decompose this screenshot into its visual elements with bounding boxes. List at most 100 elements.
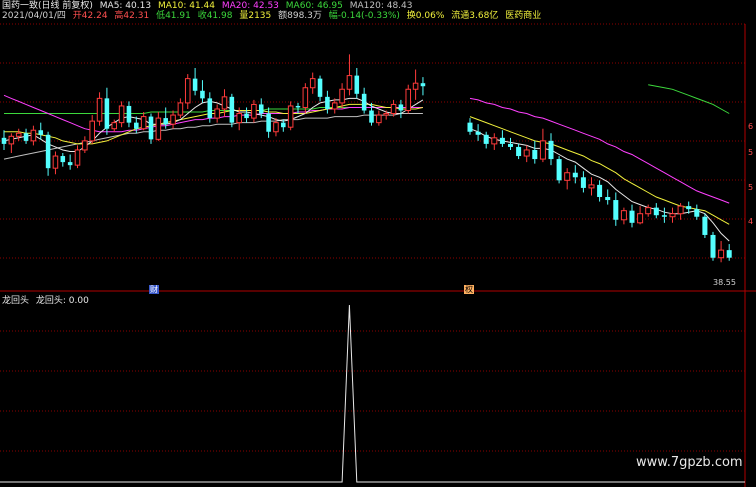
left-candle-2 xyxy=(15,128,22,141)
left-candle-11 xyxy=(82,136,88,153)
right-candle-30 xyxy=(710,231,716,261)
candle-body xyxy=(539,140,546,160)
finance-marker[interactable]: 财 xyxy=(149,285,159,294)
candle-body xyxy=(412,82,419,90)
candle-body xyxy=(38,130,44,135)
left-candle-42 xyxy=(309,72,316,94)
right-candle-24 xyxy=(661,207,667,223)
turnover-label: 换0.06% xyxy=(406,11,445,21)
right-candle-25 xyxy=(669,207,676,223)
moving-average-lines xyxy=(3,84,730,242)
left-candle-19 xyxy=(140,112,147,131)
axis-tick-3: 5 xyxy=(748,183,754,192)
candle-body xyxy=(148,116,154,140)
candle-body xyxy=(564,172,571,181)
candle-body xyxy=(60,156,66,163)
candle-body xyxy=(346,75,353,90)
right-candle-10 xyxy=(548,133,554,166)
right-candle-12 xyxy=(564,168,571,190)
candle-body xyxy=(104,98,110,129)
candle-body xyxy=(548,140,554,160)
indicator-line xyxy=(0,304,745,483)
candle-body xyxy=(30,129,37,142)
candle-body xyxy=(677,205,684,215)
left-candle-0 xyxy=(1,130,7,150)
candle-body xyxy=(580,177,586,188)
candle-body xyxy=(155,117,162,140)
candle-body xyxy=(710,234,716,258)
candle-body xyxy=(398,104,404,111)
candle-body xyxy=(605,197,611,201)
left-ma120-line xyxy=(3,113,423,160)
close-label: 收41.98 xyxy=(197,11,233,21)
left-candle-53 xyxy=(390,99,397,117)
indicator-panel xyxy=(0,304,745,483)
left-candle-12 xyxy=(89,115,95,144)
watermark: www.7gpzb.com xyxy=(636,455,743,470)
right-candle-16 xyxy=(597,180,603,202)
candle-body xyxy=(339,88,345,104)
candle-body xyxy=(200,90,205,99)
low-label: 低41.91 xyxy=(156,11,191,21)
right-candle-29 xyxy=(702,213,708,238)
rights-marker[interactable]: 权 xyxy=(464,285,474,294)
left-candle-5 xyxy=(38,122,44,140)
candle-body xyxy=(192,78,198,91)
candle-body xyxy=(420,83,426,87)
candle-body xyxy=(134,122,139,129)
left-candle-3 xyxy=(23,128,29,144)
right-candle-7 xyxy=(523,145,530,163)
candle-body xyxy=(331,102,338,110)
ma-header-row: 国药一致(日线 前复权) MA5: 40.13 MA10: 41.44 MA20… xyxy=(2,1,416,11)
left-candle-25 xyxy=(184,74,191,109)
right-candle-32 xyxy=(726,244,732,261)
candle-body xyxy=(726,250,732,258)
candle-body xyxy=(89,120,95,142)
left-ma60-line xyxy=(4,107,423,114)
candle-body xyxy=(361,93,367,111)
amount-label: 额898.3万 xyxy=(278,11,322,21)
left-candle-10 xyxy=(74,145,81,169)
candle-body xyxy=(23,133,29,141)
open-label: 开42.24 xyxy=(72,11,108,21)
left-candle-7 xyxy=(52,151,59,175)
candle-body xyxy=(67,162,73,166)
candle-body xyxy=(669,213,676,218)
axis-tick-2: 5 xyxy=(748,148,754,157)
indicator-label-row: 龙回头 龙回头: 0.00 xyxy=(2,293,93,306)
left-candle-33 xyxy=(244,107,249,123)
candle-body xyxy=(118,105,125,124)
candle-body xyxy=(653,207,659,216)
left-candle-17 xyxy=(126,101,132,128)
volume-label: 量2135 xyxy=(239,11,272,21)
ma60-label: MA60: 46.95 xyxy=(285,1,343,11)
left-candle-29 xyxy=(214,104,220,123)
left-candle-16 xyxy=(118,101,125,128)
candle-body xyxy=(74,149,81,166)
candle-body xyxy=(491,137,498,145)
candle-body xyxy=(483,134,489,144)
candle-body xyxy=(475,131,481,135)
candle-body xyxy=(266,113,271,132)
left-candle-26 xyxy=(192,68,198,96)
candle-body xyxy=(214,108,220,119)
candle-body xyxy=(376,114,382,124)
right-candle-20 xyxy=(629,204,635,228)
candle-body xyxy=(702,216,708,235)
high-label: 高42.31 xyxy=(114,11,150,21)
mktcap-label: 流通3.68亿 xyxy=(451,11,499,21)
candlesticks xyxy=(1,54,732,263)
left-candle-24 xyxy=(177,98,184,119)
left-candle-51 xyxy=(376,110,382,126)
ma120-label: MA120: 48.43 xyxy=(349,1,413,11)
right-candle-2 xyxy=(483,131,489,149)
candle-body xyxy=(177,102,184,116)
left-candle-20 xyxy=(148,113,154,144)
right-candle-1 xyxy=(475,124,481,141)
change-label: 幅-0.14(-0.33%) xyxy=(328,11,400,21)
right-candle-5 xyxy=(507,137,514,150)
candle-body xyxy=(383,113,389,116)
candle-body xyxy=(244,113,249,119)
grid-lines xyxy=(0,23,756,487)
candle-body xyxy=(8,135,15,145)
